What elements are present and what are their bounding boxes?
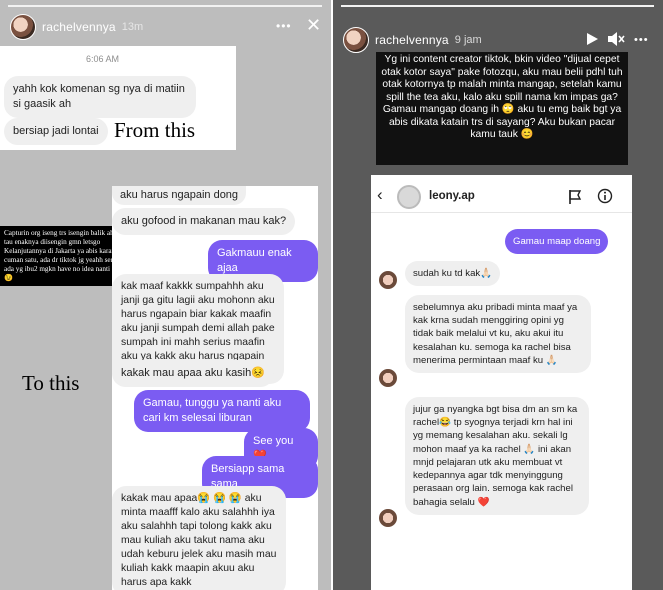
story-header: rachelvennya 9 jam <box>343 27 482 53</box>
flag-icon[interactable] <box>568 189 582 205</box>
story-header: rachelvennya 13m <box>10 14 143 40</box>
avatar <box>379 369 397 387</box>
story-time: 9 jam <box>454 34 482 46</box>
instagram-dm-screenshot: ‹ leony.ap Gamau maap doang sudah ku td … <box>371 175 632 590</box>
close-icon[interactable]: ✕ <box>306 16 321 34</box>
dm-handle[interactable]: leony.ap <box>429 190 475 202</box>
avatar[interactable] <box>10 14 36 40</box>
more-icon[interactable]: ••• <box>276 18 292 34</box>
message-bubble: aku harus ngapain dong <box>112 186 247 205</box>
mute-icon[interactable] <box>607 31 625 47</box>
message-bubble: jujur ga nyangka bgt bisa dm an sm ka ra… <box>405 397 589 515</box>
avatar[interactable] <box>397 185 421 209</box>
story-progress-bar <box>8 5 322 7</box>
avatar <box>379 271 397 289</box>
message-bubble: yahh kok komenan sg nya di matiin si gaa… <box>4 76 196 118</box>
message-bubble-me: Gamau maap doang <box>505 229 609 255</box>
message-bubble: aku gofood in makanan mau kak? <box>112 208 296 235</box>
dm-screenshot-mid: aku harus ngapain dong aku gofood in mak… <box>112 186 318 590</box>
info-icon[interactable] <box>597 188 613 204</box>
avatar[interactable] <box>343 27 369 53</box>
username[interactable]: rachelvennya <box>42 20 116 34</box>
message-bubble: kakak mau apaa😭 😭 😭 aku minta maafff kal… <box>112 486 286 590</box>
play-icon[interactable] <box>585 32 599 46</box>
message-bubble: bersiap jadi lontai <box>4 118 108 145</box>
avatar <box>379 509 397 527</box>
caption-to: To this <box>22 371 80 395</box>
dm-header: ‹ leony.ap <box>371 175 632 213</box>
left-story-panel: rachelvennya 13m ••• ✕ 6:06 AM yahh kok … <box>0 0 331 590</box>
message-bubble: sebelumnya aku pribadi minta maaf ya kak… <box>405 295 591 374</box>
story-time: 13m <box>121 21 144 33</box>
caption-from: From this <box>114 118 196 142</box>
back-arrow-icon[interactable]: ‹ <box>377 185 383 205</box>
message-bubble-me: Gamau, tunggu ya nanti aku cari km seles… <box>134 390 310 432</box>
username[interactable]: rachelvennya <box>375 33 449 47</box>
more-icon[interactable]: ••• <box>634 32 649 48</box>
story-progress-bar <box>341 5 654 7</box>
message-bubble: kakak mau apaa aku kasih😣 <box>112 360 274 387</box>
message-bubble: sudah ku td kak🙏🏻 <box>405 261 501 287</box>
story-caption: Yg ini content creator tiktok, bkin vide… <box>376 52 628 165</box>
timestamp: 6:06 AM <box>86 54 120 64</box>
